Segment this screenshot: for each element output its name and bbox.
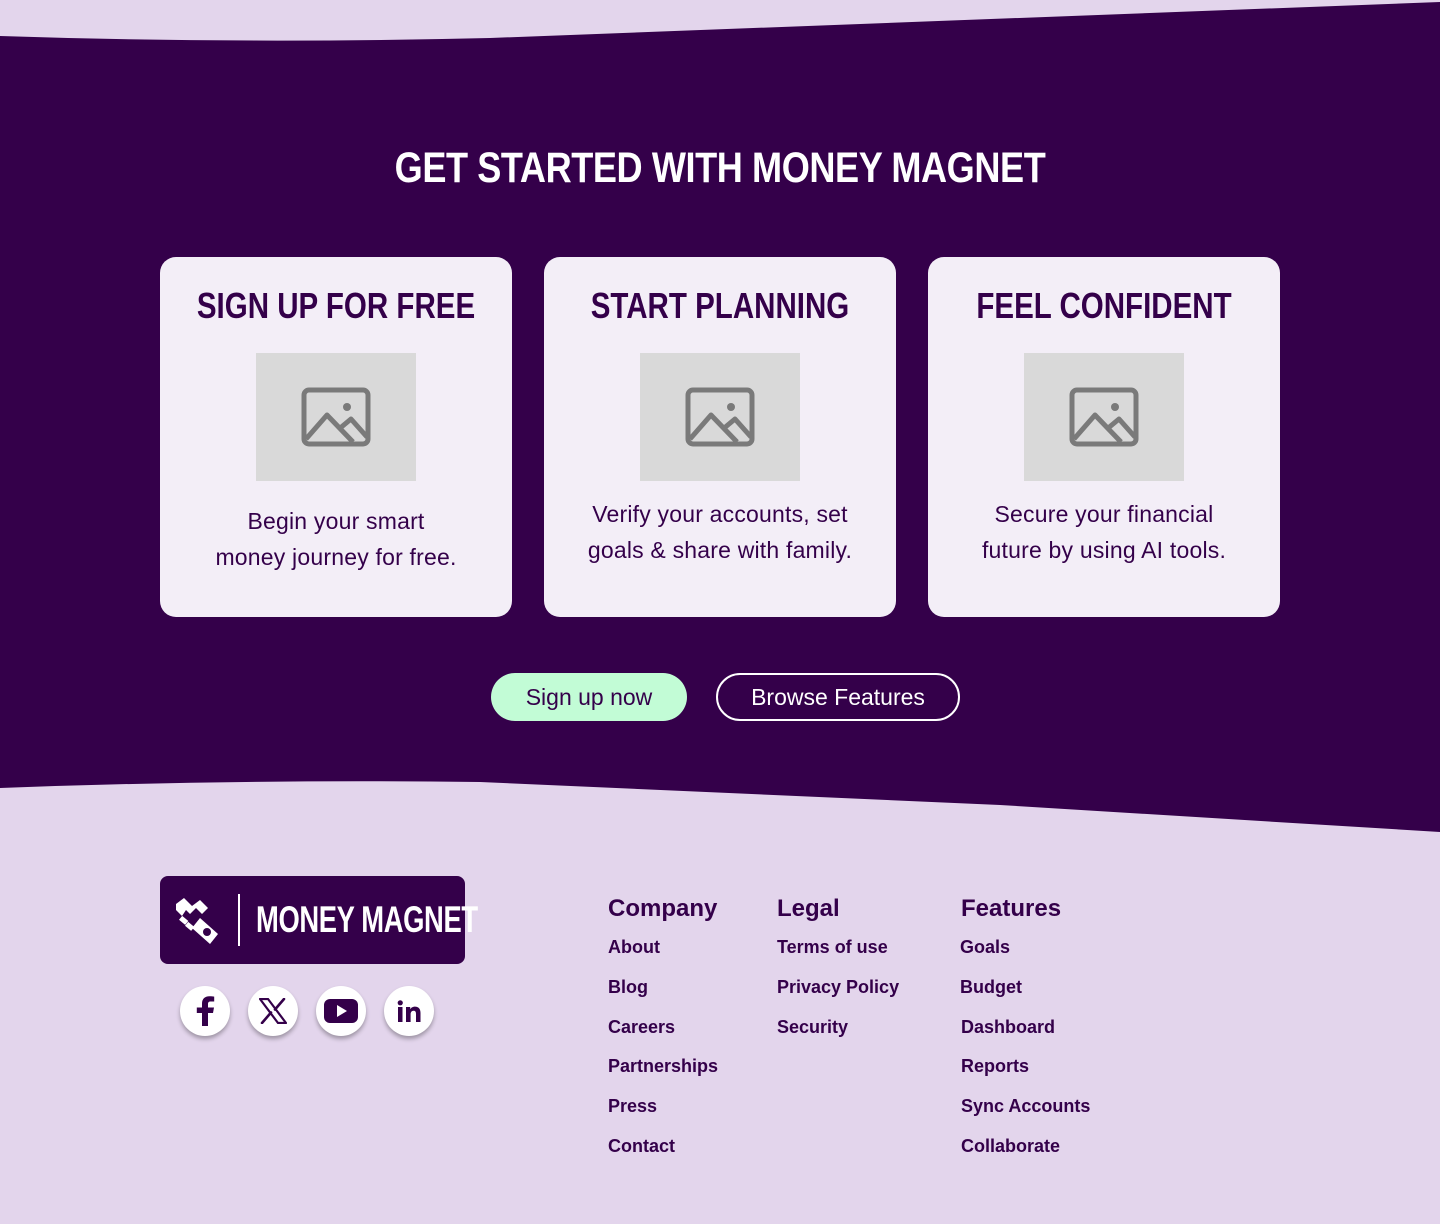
footer-link-collaborate[interactable]: Collaborate (961, 1135, 1060, 1157)
youtube-icon (324, 999, 358, 1023)
footer-link-security[interactable]: Security (777, 1016, 848, 1038)
image-placeholder-icon (1069, 387, 1139, 447)
footer-link-sync-accounts[interactable]: Sync Accounts (961, 1095, 1090, 1117)
card-description-line: Verify your accounts, set (592, 501, 848, 527)
card-description: Begin your smart money journey for free. (180, 503, 492, 575)
step-card-sign-up: SIGN UP FOR FREE Begin your smart money … (160, 257, 512, 617)
magnet-logo-icon (176, 898, 218, 944)
image-placeholder-icon (301, 387, 371, 447)
facebook-link[interactable] (180, 986, 230, 1036)
linkedin-icon (397, 1000, 421, 1022)
footer-link-press[interactable]: Press (608, 1095, 657, 1117)
card-description-line: Secure your financial (994, 501, 1214, 527)
footer-link-privacy-policy[interactable]: Privacy Policy (777, 976, 899, 998)
footer-link-dashboard[interactable]: Dashboard (961, 1016, 1055, 1038)
facebook-icon (196, 996, 215, 1026)
logo-wordmark: MONEY MAGNET (256, 899, 478, 940)
card-description-line: Begin your smart (247, 508, 425, 534)
step-card-start-planning: START PLANNING Verify your accounts, set… (544, 257, 896, 617)
footer-logo[interactable]: MONEY MAGNET (160, 876, 478, 964)
card-title: SIGN UP FOR FREE (196, 285, 476, 326)
footer-heading-features: Features (961, 895, 1062, 922)
card-image (256, 353, 416, 481)
card-image (1024, 353, 1184, 481)
x-link[interactable] (248, 986, 298, 1036)
x-icon (259, 998, 287, 1024)
browse-features-button[interactable]: Browse Features (716, 673, 960, 721)
image-placeholder-icon (685, 387, 755, 447)
footer-link-terms-of-use[interactable]: Terms of use (777, 936, 888, 958)
footer-link-goals[interactable]: Goals (960, 936, 1010, 958)
linkedin-link[interactable] (384, 986, 434, 1036)
card-description: Verify your accounts, set goals & share … (564, 496, 876, 568)
footer-heading-legal: Legal (777, 895, 840, 922)
step-card-feel-confident: FEEL CONFIDENT Secure your financial fut… (928, 257, 1280, 617)
footer-link-careers[interactable]: Careers (608, 1016, 675, 1038)
card-description-line: goals & share with family. (587, 537, 853, 563)
logo-divider (238, 894, 240, 946)
youtube-link[interactable] (316, 986, 366, 1036)
card-description-line: future by using AI tools. (981, 537, 1227, 563)
footer-heading-company: Company (608, 895, 718, 922)
sign-up-now-button[interactable]: Sign up now (491, 673, 687, 721)
footer-link-about[interactable]: About (608, 936, 660, 958)
footer-link-budget[interactable]: Budget (960, 976, 1022, 998)
card-image (640, 353, 800, 481)
footer-link-reports[interactable]: Reports (961, 1055, 1029, 1077)
card-title: FEEL CONFIDENT (976, 285, 1232, 326)
footer-link-partnerships[interactable]: Partnerships (608, 1055, 718, 1077)
card-title: START PLANNING (590, 285, 850, 326)
card-description: Secure your financial future by using AI… (948, 496, 1260, 568)
footer-link-blog[interactable]: Blog (608, 976, 648, 998)
section-title: GET STARTED WITH MONEY MAGNET (394, 144, 1046, 192)
card-description-line: money journey for free. (215, 544, 457, 570)
footer-link-contact[interactable]: Contact (608, 1135, 675, 1157)
